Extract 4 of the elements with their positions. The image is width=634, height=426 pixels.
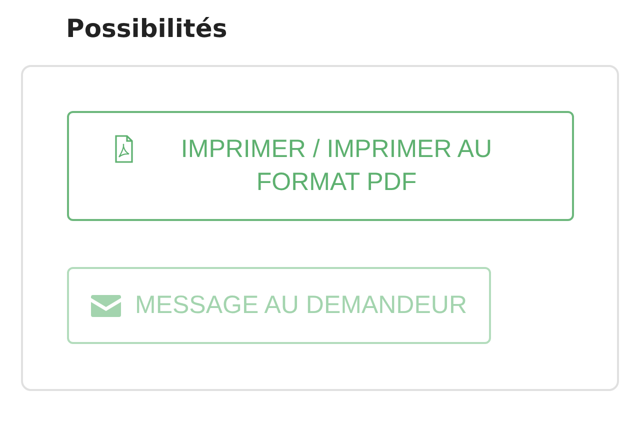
section-title: Possibilités bbox=[66, 14, 228, 43]
envelope-icon bbox=[91, 294, 121, 316]
print-pdf-button[interactable]: IMPRIMER / IMPRIMER AU FORMAT PDF bbox=[67, 111, 574, 221]
pdf-file-icon bbox=[114, 135, 132, 163]
